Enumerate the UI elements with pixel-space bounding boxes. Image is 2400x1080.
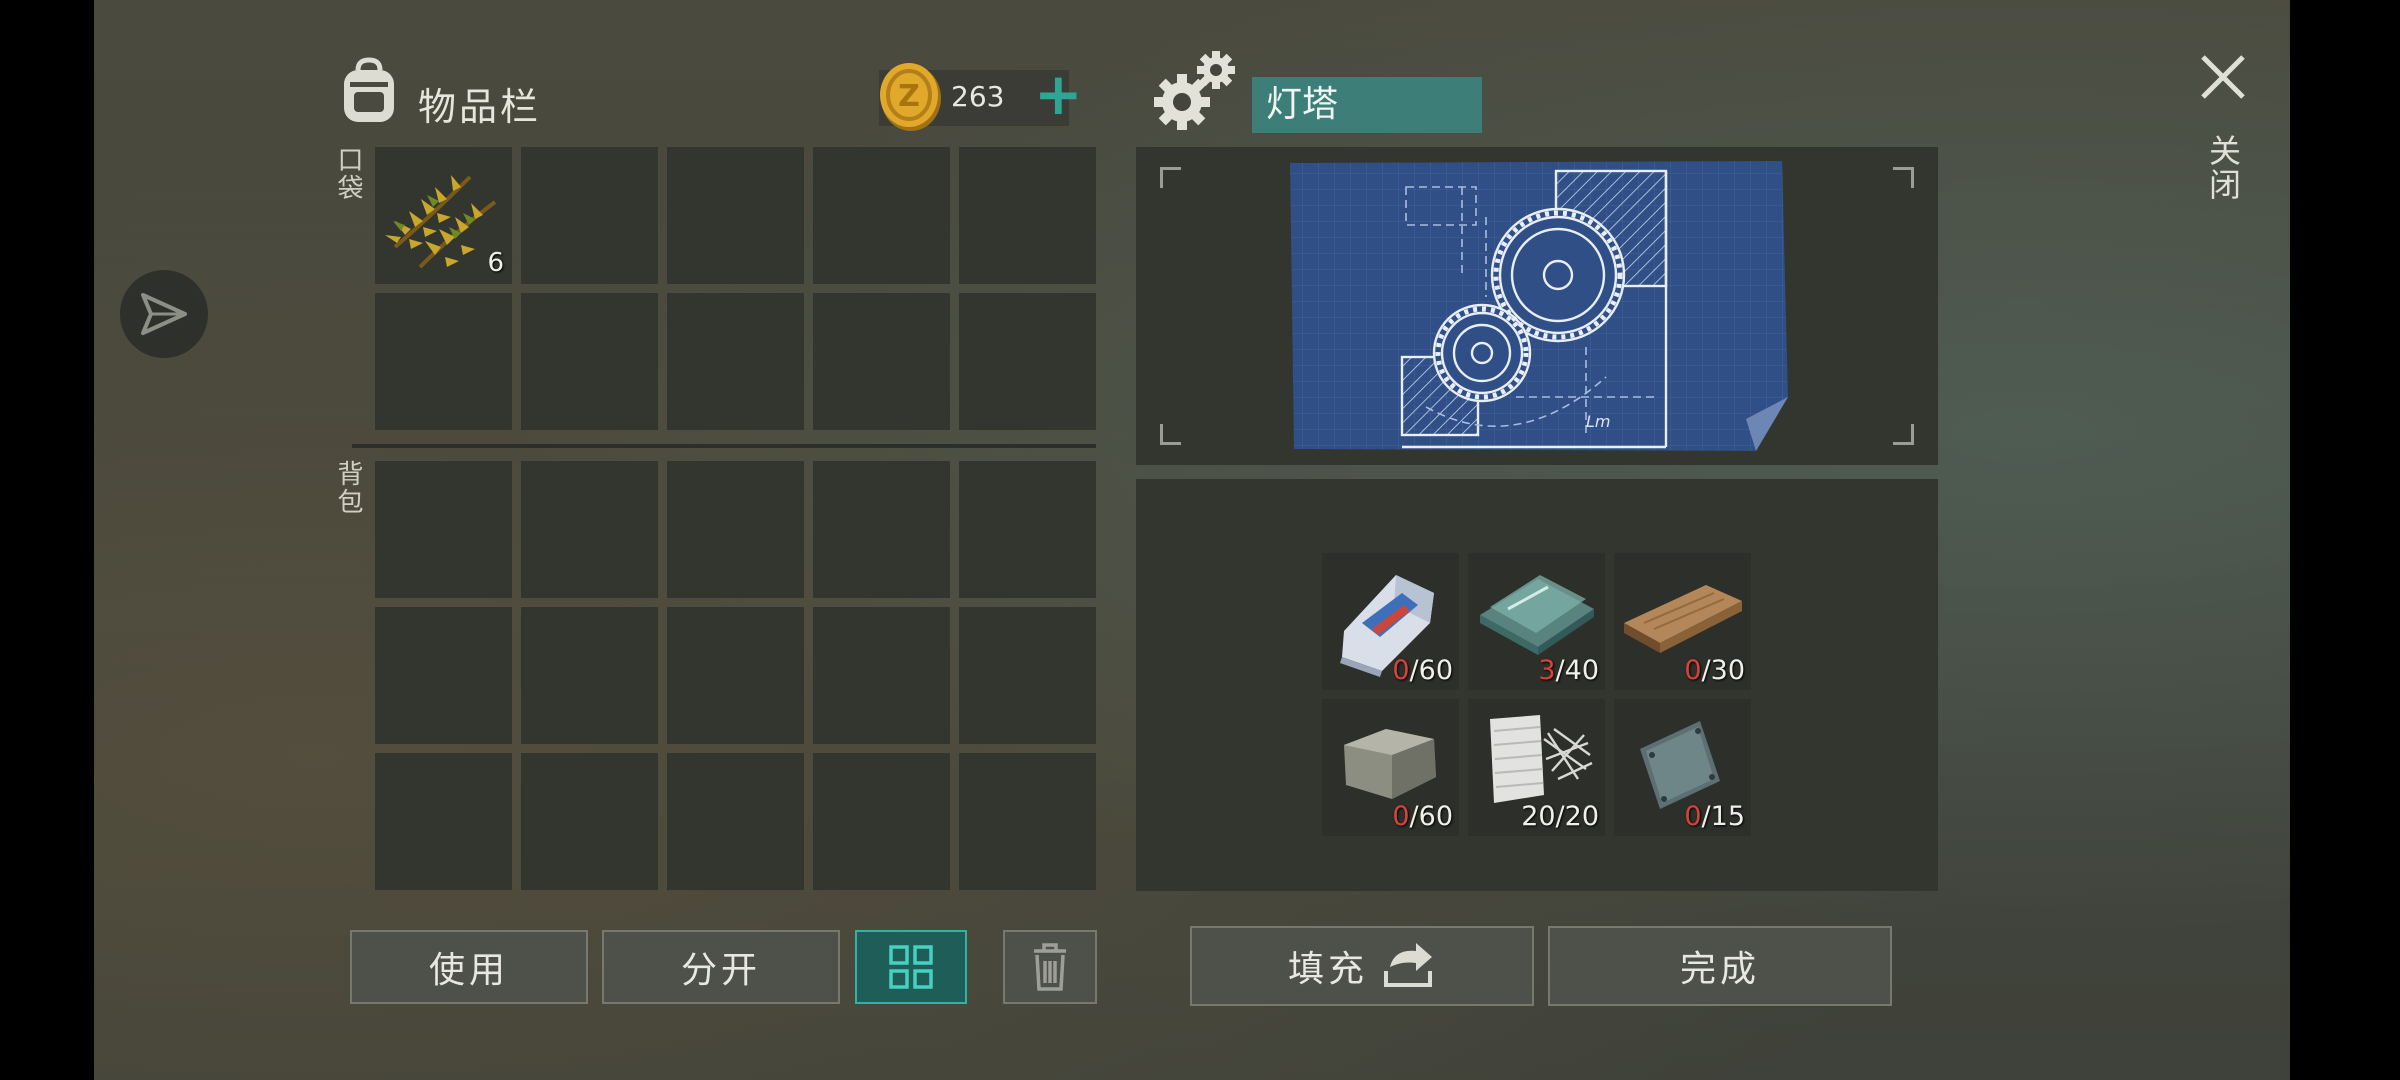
paper-plane-icon (141, 293, 187, 335)
item-count: 6 (487, 248, 504, 278)
material-slot-stone[interactable]: 0/60 (1322, 699, 1459, 836)
trash-button[interactable] (1003, 930, 1097, 1004)
add-currency-button[interactable]: + (1034, 62, 1083, 126)
backpack-slot-11[interactable] (375, 753, 512, 890)
grid-icon (889, 945, 933, 989)
material-count: 0/60 (1392, 655, 1453, 686)
section-divider (352, 444, 1096, 448)
backpack-slot-2[interactable] (521, 461, 658, 598)
frame-corner (1893, 167, 1914, 188)
close-icon[interactable] (2198, 52, 2248, 102)
pocket-slot-5[interactable] (959, 147, 1096, 284)
game-screen: 物品栏 Z 263 + 口袋 6 背包 使用 分开 灯塔 Lm 0/60 3/4… (94, 0, 2290, 1080)
frame-corner (1160, 424, 1181, 445)
material-count: 3/40 (1538, 655, 1599, 686)
backpack-slot-10[interactable] (959, 607, 1096, 744)
backpack-slot-15[interactable] (959, 753, 1096, 890)
fill-button[interactable]: 填充 (1190, 926, 1534, 1006)
svg-text:Z: Z (898, 79, 920, 114)
done-button[interactable]: 完成 (1548, 926, 1892, 1006)
pocket-slot-1[interactable]: 6 (375, 147, 512, 284)
use-button[interactable]: 使用 (350, 930, 588, 1004)
backpack-slot-7[interactable] (521, 607, 658, 744)
material-slot-cloth[interactable]: 20/20 (1468, 699, 1605, 836)
fill-button-label: 填充 (1287, 949, 1368, 990)
split-button[interactable]: 分开 (602, 930, 840, 1004)
material-count: 0/60 (1392, 801, 1453, 832)
backpack-slot-9[interactable] (813, 607, 950, 744)
material-count: 0/30 (1684, 655, 1745, 686)
blueprint-panel: Lm (1136, 147, 1938, 465)
frame-corner (1893, 424, 1914, 445)
backpack-slot-1[interactable] (375, 461, 512, 598)
close-button[interactable]: 关闭 (2204, 134, 2246, 202)
pocket-slot-3[interactable] (667, 147, 804, 284)
blueprint-image: Lm (1290, 161, 1788, 451)
backpack-slot-13[interactable] (667, 753, 804, 890)
pocket-slot-9[interactable] (813, 293, 950, 430)
pocket-slot-8[interactable] (667, 293, 804, 430)
grid-view-button[interactable] (855, 930, 967, 1004)
pocket-slot-6[interactable] (375, 293, 512, 430)
pocket-label: 口袋 (333, 146, 363, 202)
pocket-slot-10[interactable] (959, 293, 1096, 430)
backpack-label: 背包 (333, 460, 363, 516)
inventory-title: 物品栏 (418, 85, 542, 129)
pocket-slot-2[interactable] (521, 147, 658, 284)
crafting-title: 灯塔 (1252, 77, 1482, 133)
trash-icon (1034, 943, 1066, 991)
material-slot-cement[interactable]: 0/60 (1322, 553, 1459, 690)
frame-corner (1160, 167, 1181, 188)
backpack-slot-12[interactable] (521, 753, 658, 890)
backpack-slot-6[interactable] (375, 607, 512, 744)
backpack-slot-14[interactable] (813, 753, 950, 890)
fill-arrow-icon (1384, 943, 1432, 987)
coin-icon: Z (880, 63, 941, 131)
backpack-slot-4[interactable] (813, 461, 950, 598)
pocket-slot-7[interactable] (521, 293, 658, 430)
pocket-slot-4[interactable] (813, 147, 950, 284)
material-count: 0/15 (1684, 801, 1745, 832)
backpack-icon (344, 57, 394, 122)
svg-text:Lm: Lm (1586, 412, 1611, 431)
currency-amount: 263 (951, 80, 1005, 113)
material-slot-glass[interactable]: 3/40 (1468, 553, 1605, 690)
backpack-slot-5[interactable] (959, 461, 1096, 598)
gears-icon (1154, 51, 1235, 130)
send-button[interactable] (120, 270, 208, 358)
backpack-slot-3[interactable] (667, 461, 804, 598)
material-slot-plank[interactable]: 0/30 (1614, 553, 1751, 690)
material-count: 20/20 (1521, 801, 1599, 832)
material-slot-metal-plate[interactable]: 0/15 (1614, 699, 1751, 836)
backpack-slot-8[interactable] (667, 607, 804, 744)
